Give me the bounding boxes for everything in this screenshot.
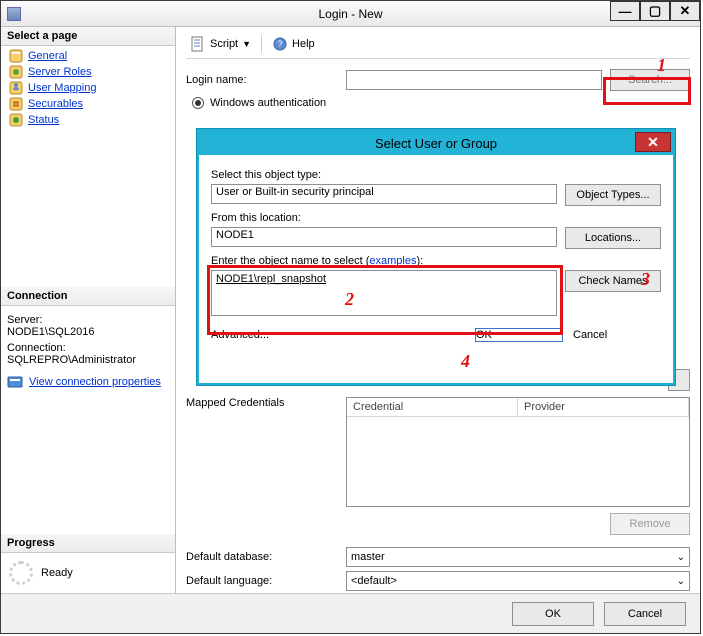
page-label: Securables: [28, 98, 83, 110]
locations-button[interactable]: Locations...: [565, 227, 661, 249]
link-text: View connection properties: [29, 376, 161, 388]
connection-header: Connection: [1, 287, 175, 306]
minimize-button[interactable]: —: [610, 1, 640, 21]
window-title: Login - New: [1, 7, 700, 21]
script-label: Script: [210, 38, 238, 50]
select-user-or-group-dialog: Select User or Group ✕ Select this objec…: [197, 129, 675, 385]
progress-text: Ready: [41, 567, 73, 579]
default-database-row: Default database: master ⌄: [186, 547, 690, 567]
script-button[interactable]: Script ▼: [186, 34, 255, 54]
object-type-label: Select this object type:: [211, 169, 661, 181]
page-icon: [9, 97, 23, 111]
windows-auth-radio[interactable]: Windows authentication: [192, 97, 690, 109]
page-label: Status: [28, 114, 59, 126]
bottom-bar: OK Cancel: [1, 593, 700, 633]
examples-link[interactable]: examples: [369, 255, 416, 267]
combo-value: <default>: [351, 575, 397, 587]
properties-icon: [7, 374, 23, 390]
maximize-button[interactable]: ▢: [640, 1, 670, 21]
page-status[interactable]: Status: [5, 112, 171, 128]
mapped-credentials-label: Mapped Credentials: [186, 397, 346, 507]
default-language-combo[interactable]: <default> ⌄: [346, 571, 690, 591]
view-connection-properties-link[interactable]: View connection properties: [1, 370, 175, 394]
page-user-mapping[interactable]: User Mapping: [5, 80, 171, 96]
login-name-label: Login name:: [186, 74, 346, 86]
close-button[interactable]: ✕: [670, 1, 700, 21]
cancel-button[interactable]: Cancel: [604, 602, 686, 626]
page-icon: [9, 49, 23, 63]
connection-value: SQLREPRO\Administrator: [7, 354, 169, 366]
toolbar: Script ▼ ? Help: [186, 33, 690, 59]
dialog-close-button[interactable]: ✕: [635, 132, 671, 152]
page-icon: [9, 81, 23, 95]
page-list: General Server Roles User Mapping Secura…: [1, 46, 175, 146]
page-label: General: [28, 50, 67, 62]
login-name-row: Login name: Search...: [186, 69, 690, 91]
object-name-label: Enter the object name to select (example…: [211, 255, 661, 267]
window-buttons: — ▢ ✕: [610, 1, 700, 21]
page-general[interactable]: General: [5, 48, 171, 64]
svg-text:?: ?: [278, 39, 283, 49]
location-input: NODE1: [211, 227, 557, 247]
default-database-label: Default database:: [186, 551, 346, 563]
page-label: User Mapping: [28, 82, 96, 94]
check-names-button[interactable]: Check Names: [565, 270, 661, 292]
page-label: Server Roles: [28, 66, 92, 78]
script-icon: [190, 36, 206, 52]
select-page-header: Select a page: [1, 27, 175, 46]
dialog-body: Select this object type: User or Built-i…: [199, 155, 673, 350]
remove-button: Remove: [610, 513, 690, 535]
titlebar: Login - New — ▢ ✕: [1, 1, 700, 27]
dialog-cancel-button[interactable]: Cancel: [573, 329, 661, 341]
help-button[interactable]: ? Help: [268, 34, 319, 54]
page-securables[interactable]: Securables: [5, 96, 171, 112]
combo-value: master: [351, 551, 385, 563]
ok-button[interactable]: OK: [512, 602, 594, 626]
mapped-credentials-list[interactable]: Credential Provider: [346, 397, 690, 507]
default-language-row: Default language: <default> ⌄: [186, 571, 690, 591]
object-name-input[interactable]: NODE1\repl_snapshot: [211, 270, 557, 316]
connection-info: Server: NODE1\SQL2016 Connection: SQLREP…: [1, 306, 175, 370]
dropdown-icon: ▼: [242, 39, 251, 49]
help-icon: ?: [272, 36, 288, 52]
chevron-down-icon: ⌄: [677, 576, 685, 587]
progress-spinner-icon: [9, 561, 33, 585]
server-label: Server:: [7, 314, 169, 326]
location-label: From this location:: [211, 212, 661, 224]
page-icon: [9, 65, 23, 79]
radio-label: Windows authentication: [210, 97, 326, 109]
page-server-roles[interactable]: Server Roles: [5, 64, 171, 80]
radio-icon: [192, 97, 204, 109]
provider-col: Provider: [518, 398, 689, 416]
credential-col: Credential: [347, 398, 518, 416]
dialog-titlebar: Select User or Group ✕: [199, 131, 673, 155]
default-language-label: Default language:: [186, 575, 346, 587]
left-pane: Select a page General Server Roles User …: [1, 27, 176, 593]
page-icon: [9, 113, 23, 127]
advanced-button[interactable]: Advanced...: [211, 329, 299, 341]
login-new-window: Login - New — ▢ ✕ Select a page General …: [0, 0, 701, 634]
progress-header: Progress: [1, 534, 175, 553]
chevron-down-icon: ⌄: [677, 552, 685, 563]
server-value: NODE1\SQL2016: [7, 326, 169, 338]
progress-row: Ready: [1, 553, 175, 593]
dialog-title: Select User or Group: [199, 136, 673, 151]
login-name-input[interactable]: [346, 70, 602, 90]
object-type-input: User or Built-in security principal: [211, 184, 557, 204]
object-types-button[interactable]: Object Types...: [565, 184, 661, 206]
connection-label: Connection:: [7, 342, 169, 354]
search-button[interactable]: Search...: [610, 69, 690, 91]
credentials-header: Credential Provider: [347, 398, 689, 417]
default-database-combo[interactable]: master ⌄: [346, 547, 690, 567]
help-label: Help: [292, 38, 315, 50]
mapped-credentials-row: Mapped Credentials Credential Provider: [186, 397, 690, 507]
dialog-ok-button[interactable]: OK: [475, 328, 563, 342]
